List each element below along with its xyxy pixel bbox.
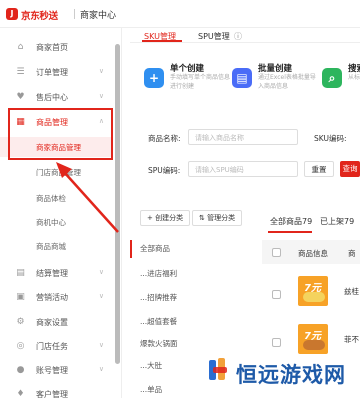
sku-code-label: SKU编码:	[314, 134, 347, 143]
info-icon[interactable]: ⓘ	[234, 31, 242, 42]
card-description: 通过Excel表格批量导入商品信息	[258, 74, 316, 90]
search-icon: ⌕	[322, 68, 342, 88]
select-all-checkbox[interactable]	[272, 248, 281, 257]
food-image	[303, 292, 325, 302]
column-header: 商	[348, 249, 356, 258]
column-header-goods-info: 商品信息	[298, 249, 328, 258]
category-item[interactable]: ...大肚	[140, 360, 162, 371]
watermark-text: 恒远游戏网	[236, 362, 346, 387]
spu-code-input[interactable]: 请输入SPU编码	[188, 161, 298, 177]
category-item[interactable]: 爆款火锅面	[140, 338, 178, 349]
stat-onsale-goods[interactable]: 已上架79	[320, 216, 354, 227]
add-icon: +	[144, 68, 164, 88]
category-item[interactable]: ...招牌推荐	[140, 292, 177, 303]
manage-category-label: 管理分类	[207, 214, 236, 222]
sort-icon: ⇅	[199, 214, 208, 222]
active-stat-indicator	[268, 231, 312, 233]
spu-code-label: SPU编码:	[148, 166, 181, 175]
category-item-all[interactable]: 全部商品	[130, 240, 248, 258]
category-item[interactable]: ...超值套餐	[140, 316, 177, 327]
category-item[interactable]: ...进店福利	[140, 268, 177, 279]
category-item[interactable]: ...单品	[140, 384, 162, 395]
card-title: 单个创建	[170, 64, 205, 74]
excel-import-icon: ▤	[232, 68, 252, 88]
card-title: 批量创建	[258, 64, 293, 74]
single-create-card[interactable]: + 单个创建 手动填写单个商品信息进行创建	[144, 60, 230, 110]
manage-category-button[interactable]: ⇅ 管理分类	[192, 210, 243, 226]
reset-button[interactable]: 重置	[304, 161, 334, 177]
batch-create-card[interactable]: ▤ 批量创建 通过Excel表格批量导入商品信息	[232, 60, 316, 110]
goods-name: 兹桂	[344, 287, 359, 296]
goods-name: 菲不	[344, 335, 359, 344]
card-description: 从标库中搜索	[348, 74, 360, 81]
active-tab-indicator	[142, 40, 182, 42]
tab-spu-management[interactable]: SPU管理	[198, 31, 230, 42]
goods-name-label: 商品名称:	[148, 134, 181, 143]
goods-name-input[interactable]: 请输入商品名称	[188, 129, 298, 145]
search-create-card[interactable]: ⌕ 搜索 从标库中搜索	[322, 60, 360, 110]
create-category-button[interactable]: + 创建分类	[140, 210, 191, 226]
watermark-logo-icon	[209, 358, 227, 380]
food-image	[303, 340, 325, 350]
card-description: 手动填写单个商品信息进行创建	[170, 74, 231, 90]
goods-thumbnail[interactable]: 7元	[298, 276, 328, 306]
row-checkbox[interactable]	[272, 338, 281, 347]
goods-thumbnail[interactable]: 7元	[298, 324, 328, 354]
row-checkbox[interactable]	[272, 290, 281, 299]
card-title: 搜索	[348, 64, 360, 74]
tab-divider	[130, 42, 360, 43]
stat-all-goods[interactable]: 全部商品79	[270, 216, 312, 227]
search-button[interactable]: 查询	[340, 161, 360, 177]
